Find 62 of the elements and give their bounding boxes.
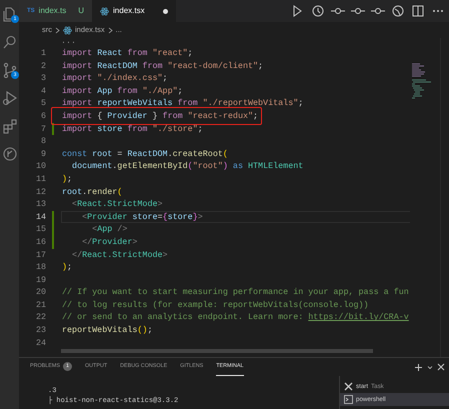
editor-tab[interactable]: index.tsx bbox=[92, 0, 176, 22]
code-line: import reportWebVitals from "./reportWebVitals"; bbox=[62, 98, 304, 108]
code-line: </Provider> bbox=[81, 236, 138, 247]
code-line: <App /> bbox=[91, 224, 128, 234]
line-number: 16 bbox=[34, 236, 46, 249]
line-number: 3 bbox=[40, 72, 46, 85]
code-line: document.getElementById("root") as HTMLElement bbox=[71, 161, 304, 172]
line-number: 4 bbox=[40, 84, 46, 98]
code-line: reportWebVitals(); bbox=[62, 325, 152, 336]
code-line: const root = ReactDOM.createRoot( bbox=[62, 148, 228, 159]
code-line: // to log results (for example: reportWebVitals(console.log)) bbox=[62, 300, 369, 310]
run-debug-icon[interactable] bbox=[2, 90, 18, 106]
history-icon[interactable] bbox=[311, 4, 325, 18]
code-line: import store from "./store"; bbox=[62, 124, 203, 134]
code-line: import "./index.css"; bbox=[62, 73, 168, 84]
fold-hint: ... bbox=[60, 38, 78, 47]
line-number: 23 bbox=[34, 324, 46, 337]
line-number: 24 bbox=[34, 336, 46, 350]
line-number: 22 bbox=[34, 311, 46, 324]
code-line: // If you want to start measuring performance in your app, pass a fun bbox=[62, 287, 409, 298]
line-number: 19 bbox=[34, 274, 46, 286]
plus-icon[interactable] bbox=[414, 362, 423, 372]
react-icon bbox=[100, 6, 110, 16]
line-number: 5 bbox=[40, 97, 46, 110]
code-line: ); bbox=[62, 174, 72, 184]
line-number: 13 bbox=[34, 198, 46, 211]
chevron-icon bbox=[108, 26, 113, 34]
line-number: 7 bbox=[40, 122, 46, 136]
code-line: import { Provider } from "react-redux"; bbox=[62, 110, 258, 121]
extensions-icon[interactable] bbox=[2, 118, 18, 134]
code-line: </React.StrictMode> bbox=[71, 250, 168, 260]
code-line: import App from "./App"; bbox=[62, 86, 183, 96]
search-icon[interactable] bbox=[2, 34, 18, 50]
line-number: 1 bbox=[40, 47, 46, 60]
line-number: 12 bbox=[34, 186, 46, 198]
line-number: 17 bbox=[34, 248, 46, 262]
split-editor-icon[interactable] bbox=[411, 4, 425, 18]
source-control-icon[interactable] bbox=[2, 62, 18, 78]
code-line: import React from "react"; bbox=[62, 48, 193, 58]
line-number: 20 bbox=[34, 286, 46, 299]
line-number: 8 bbox=[40, 135, 46, 148]
line-number: 21 bbox=[34, 298, 46, 312]
horizontal-scrollbar[interactable] bbox=[61, 349, 373, 353]
code-line: <React.StrictMode> bbox=[71, 199, 163, 210]
files-icon[interactable] bbox=[2, 6, 18, 22]
code-line: import ReactDOM from "react-dom/client"; bbox=[62, 60, 264, 71]
line-number: 18 bbox=[34, 261, 46, 274]
terminal-icon bbox=[344, 395, 353, 404]
code-line: root.render( bbox=[62, 186, 122, 197]
close-icon[interactable] bbox=[437, 363, 445, 371]
line-number: 11 bbox=[34, 172, 46, 186]
code-line: // or send to an analytics endpoint. Learn more: https://bit.ly/CRA-v bbox=[62, 312, 409, 322]
line-number: 10 bbox=[34, 160, 46, 173]
line-number: 15 bbox=[34, 223, 46, 236]
code-line: <Provider store={store}> bbox=[81, 212, 203, 222]
chevron-icon bbox=[55, 26, 60, 34]
code-line: ); bbox=[62, 262, 72, 272]
line-number: 2 bbox=[40, 60, 46, 72]
line-number: 9 bbox=[40, 148, 46, 160]
react-icon bbox=[63, 26, 72, 34]
line-number: 6 bbox=[40, 110, 46, 123]
line-number: 14 bbox=[34, 210, 46, 224]
